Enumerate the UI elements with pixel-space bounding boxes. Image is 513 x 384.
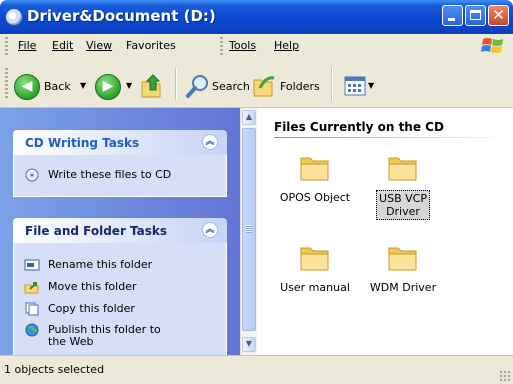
folders-button[interactable]: Folders (280, 80, 320, 93)
forward-dropdown-icon[interactable]: ▼ (126, 81, 132, 90)
folder-item-selected[interactable]: USB VCP Driver (363, 152, 443, 220)
folder-icon (388, 247, 417, 271)
scroll-up-button[interactable]: ▲ (242, 110, 256, 125)
back-button[interactable]: ◀ (14, 74, 40, 100)
minimize-button[interactable] (442, 5, 463, 26)
move-icon (24, 282, 39, 294)
close-icon: ✕ (492, 6, 505, 24)
forward-button[interactable]: ▶ (95, 74, 121, 100)
chevron-up-icon: ︽ (205, 225, 215, 235)
folder-item[interactable]: User manual (275, 242, 355, 295)
collapse-folder-tasks-button[interactable]: ︽ (202, 222, 218, 238)
folder-icon (300, 247, 329, 271)
file-folder-tasks-title: File and Folder Tasks (25, 224, 168, 238)
views-dropdown-icon[interactable]: ▼ (368, 81, 374, 90)
cd-write-icon (25, 168, 39, 182)
menu-grip[interactable] (5, 37, 8, 55)
status-bar: 1 objects selected (0, 355, 513, 384)
back-arrow-icon: ◀ (21, 78, 33, 94)
menu-help[interactable]: Help (274, 39, 299, 52)
windows-logo-icon (481, 38, 503, 53)
folder-item[interactable]: OPOS Object (275, 152, 355, 205)
search-icon[interactable] (186, 73, 210, 99)
menu-edit[interactable]: Edit (52, 39, 73, 52)
up-folder-icon[interactable] (139, 70, 165, 100)
toolbar-separator (175, 68, 177, 100)
menu-grip-2[interactable] (220, 37, 223, 55)
scroll-up-arrow-icon: ▲ (245, 112, 253, 121)
file-list-area[interactable]: Files Currently on the CD OPOS Object US… (257, 108, 513, 355)
collapse-cd-tasks-button[interactable]: ︽ (202, 134, 218, 150)
scroll-grip (246, 225, 252, 233)
copy-icon (25, 302, 39, 316)
folders-icon[interactable] (252, 72, 278, 100)
publish-web-icon (25, 323, 39, 337)
rename-icon (24, 259, 40, 271)
forward-arrow-icon: ▶ (102, 78, 114, 94)
scroll-down-button[interactable]: ▼ (242, 337, 256, 352)
menu-view[interactable]: View (86, 39, 112, 52)
chevron-up-icon: ︽ (205, 137, 215, 147)
back-dropdown-icon[interactable]: ▼ (80, 81, 86, 90)
scroll-down-arrow-icon: ▼ (245, 339, 253, 348)
scroll-thumb[interactable] (242, 128, 256, 331)
task-pane-scrollbar[interactable]: ▲ ▼ (240, 108, 257, 355)
folder-label: USB VCP Driver (376, 190, 430, 220)
folder-label: WDM Driver (369, 281, 437, 294)
cd-writing-tasks-header[interactable]: CD Writing Tasks ︽ (13, 130, 227, 155)
menu-tools[interactable]: Tools (229, 39, 256, 52)
folder-label: OPOS Object (279, 191, 351, 204)
cd-drive-icon (5, 8, 23, 26)
folder-icon (300, 157, 329, 181)
close-button[interactable]: ✕ (488, 5, 509, 26)
back-label[interactable]: Back (44, 80, 71, 93)
file-folder-tasks-body: Rename this folder Move this folder Copy… (13, 243, 227, 355)
file-folder-tasks-header[interactable]: File and Folder Tasks ︽ (13, 218, 227, 243)
toolbar-separator-2 (331, 68, 333, 100)
status-text: 1 objects selected (4, 363, 105, 376)
search-button[interactable]: Search (212, 80, 250, 93)
folder-item[interactable]: WDM Driver (363, 242, 443, 295)
cd-writing-tasks-body: Write these files to CD (13, 155, 227, 197)
title-bar[interactable]: Driver&Document (D:) ✕ (0, 0, 513, 34)
maximize-button[interactable] (465, 5, 486, 26)
views-icon[interactable] (344, 76, 366, 96)
section-divider (274, 137, 513, 138)
maximize-icon (470, 10, 481, 20)
folder-label: User manual (280, 281, 350, 294)
section-title: Files Currently on the CD (274, 120, 444, 134)
cd-writing-tasks-title: CD Writing Tasks (25, 136, 140, 150)
menu-file[interactable]: File (18, 39, 36, 52)
minimize-icon (448, 18, 455, 21)
resize-grip[interactable] (499, 370, 510, 381)
menu-bar: File Edit View Favorites Tools Help (0, 34, 513, 59)
window-title: Driver&Document (D:) (27, 7, 216, 25)
toolbar: ◀ Back ▼ ▶ ▼ Search Folders ▼ (0, 58, 513, 108)
menu-favorites[interactable]: Favorites (126, 39, 176, 52)
task-pane: CD Writing Tasks ︽ Write these files to … (0, 108, 240, 355)
folder-icon (388, 157, 417, 181)
toolbar-grip[interactable] (5, 68, 8, 100)
